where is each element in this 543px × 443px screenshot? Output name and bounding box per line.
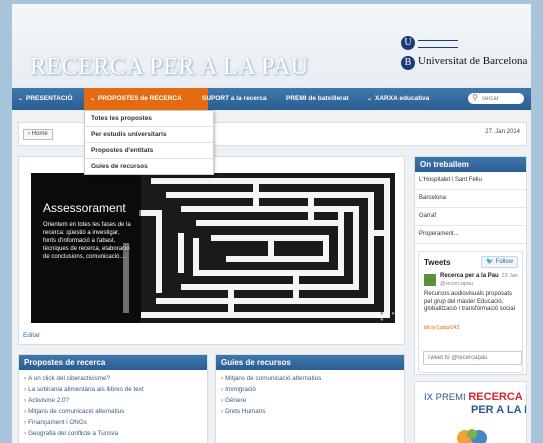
arrow-icon: ›: [221, 408, 224, 415]
list-item[interactable]: › La sobirania alimentària als llibres de…: [19, 384, 207, 395]
edit-link[interactable]: Editar: [23, 332, 40, 339]
arrow-icon: ›: [24, 430, 27, 437]
current-date: 27. Jan 2014: [485, 129, 520, 135]
nav-suport[interactable]: SUPORT a la recerca: [202, 88, 267, 110]
chevron-down-icon: ⌄: [18, 96, 24, 102]
dropdown-item-totes[interactable]: Totes les propostes: [85, 111, 213, 127]
prize-banner[interactable]: IX PREMI RECERCA PER A LA PAU: [414, 381, 527, 443]
twitter-icon: 🐦: [486, 259, 494, 265]
tweets-title: Tweets: [424, 258, 451, 267]
list-item[interactable]: › Mitjans de comunicació alternatius: [216, 373, 404, 384]
ub-emblem-icon: [418, 40, 458, 48]
tweet-author[interactable]: Recerca per a la Pau: [440, 273, 499, 279]
avatar[interactable]: [424, 274, 436, 286]
list-item[interactable]: › Geografia del conflicte a Tunísia: [19, 428, 207, 439]
page: RECERCA PER A LA PAU U B Universitat de …: [12, 4, 531, 443]
tweet-input[interactable]: [423, 351, 522, 365]
nav-presentacio[interactable]: ⌄ PRESENTACIÓ: [12, 88, 88, 110]
work-location[interactable]: L'Hospitalet i Sant Feliu: [415, 172, 526, 190]
site-title[interactable]: RECERCA PER A LA PAU: [30, 54, 309, 81]
university-name: Universitat de Barcelona: [418, 55, 528, 67]
ub-u-icon: U: [401, 36, 415, 50]
home-button[interactable]: › Home: [23, 129, 53, 140]
search-box: ⚲: [468, 93, 524, 104]
list-item[interactable]: › Activisme 2.0?: [19, 395, 207, 406]
tweets-widget: Tweets 🐦 Follow Recerca per a la Pau 23 J…: [418, 251, 523, 373]
prize-line1: IX PREMI RECERCA: [424, 391, 523, 403]
list-item[interactable]: › Drets Humans: [216, 406, 404, 417]
arrow-icon: ›: [24, 397, 27, 404]
tweet-handle[interactable]: @recercapau: [440, 281, 473, 287]
tweet-date[interactable]: 23 Jan: [501, 273, 518, 279]
tweet-link[interactable]: bit.ly/1atqs043: [424, 325, 459, 331]
chevron-down-icon: ⌄: [90, 96, 96, 102]
slide-text: Orientem en totes les fases de la recerc…: [43, 222, 131, 260]
arrow-icon: ›: [24, 419, 27, 426]
work-location[interactable]: Barcelona: [415, 190, 526, 208]
list-item[interactable]: › Mitjans de comunicació alternatius: [19, 406, 207, 417]
work-location[interactable]: Garraf: [415, 208, 526, 226]
search-icon[interactable]: ⚲: [472, 93, 478, 102]
dropdown-item-entitats[interactable]: Propostes d'entitats: [85, 143, 213, 159]
slide-dots[interactable]: ● ● ●: [380, 311, 404, 323]
arrow-icon: ›: [221, 386, 224, 393]
slide-title: Assessorament: [43, 201, 126, 215]
arrow-icon: ›: [24, 375, 27, 382]
propostes-title: Propostes de recerca: [19, 355, 207, 370]
propostes-dropdown: Totes les propostes Per estudis universi…: [84, 110, 214, 175]
nav-premi[interactable]: PREMI de batxillerat: [286, 88, 349, 110]
work-location[interactable]: Properament...: [415, 226, 526, 244]
arrow-icon: ›: [221, 397, 224, 404]
on-treballem-title: On treballem: [415, 157, 526, 172]
dropdown-item-estudis[interactable]: Per estudis universitaris: [85, 127, 213, 143]
nav-xarxa[interactable]: ⌄ XARXA educativa: [367, 88, 429, 110]
arrow-icon: ›: [24, 386, 27, 393]
site-header: RECERCA PER A LA PAU U B Universitat de …: [12, 4, 531, 88]
guies-box: Guies de recursos › Mitjans de comunicaci…: [215, 354, 405, 443]
guies-title: Guies de recursos: [216, 355, 404, 370]
list-item[interactable]: › A un click del ciberactivisme?: [19, 373, 207, 384]
chevron-down-icon: ⌄: [367, 96, 373, 102]
dropdown-item-guies[interactable]: Guies de recursos: [85, 159, 213, 174]
list-item[interactable]: › Gènere: [216, 395, 404, 406]
prize-line2: PER A LA PAU: [471, 404, 526, 416]
tweet-text: Recursos audiovisuals proposats pel grup…: [424, 291, 516, 312]
ub-b-icon: B: [401, 56, 415, 70]
follow-button[interactable]: 🐦 Follow: [481, 256, 518, 268]
prize-figures-icon: [457, 429, 487, 443]
propostes-box: Propostes de recerca › A un click del cib…: [18, 354, 208, 443]
search-input[interactable]: [482, 94, 522, 103]
arrow-icon: ›: [221, 375, 224, 382]
sidebar: On treballem L'Hospitalet i Sant Feliu B…: [414, 156, 527, 375]
main-nav: ⌄ PRESENTACIÓ ⌄ PROPOSTES de RECERCA SUPOR…: [12, 88, 531, 110]
slideshow[interactable]: Assessorament Orientem en totes les fase…: [31, 173, 395, 323]
arrow-icon: ›: [24, 408, 27, 415]
main-content: Assessorament Orientem en totes les fase…: [18, 156, 405, 345]
list-item[interactable]: › Finançament i ONGs: [19, 417, 207, 428]
nav-propostes[interactable]: ⌄ PROPOSTES de RECERCA: [84, 88, 208, 110]
list-item[interactable]: › Immigració: [216, 384, 404, 395]
